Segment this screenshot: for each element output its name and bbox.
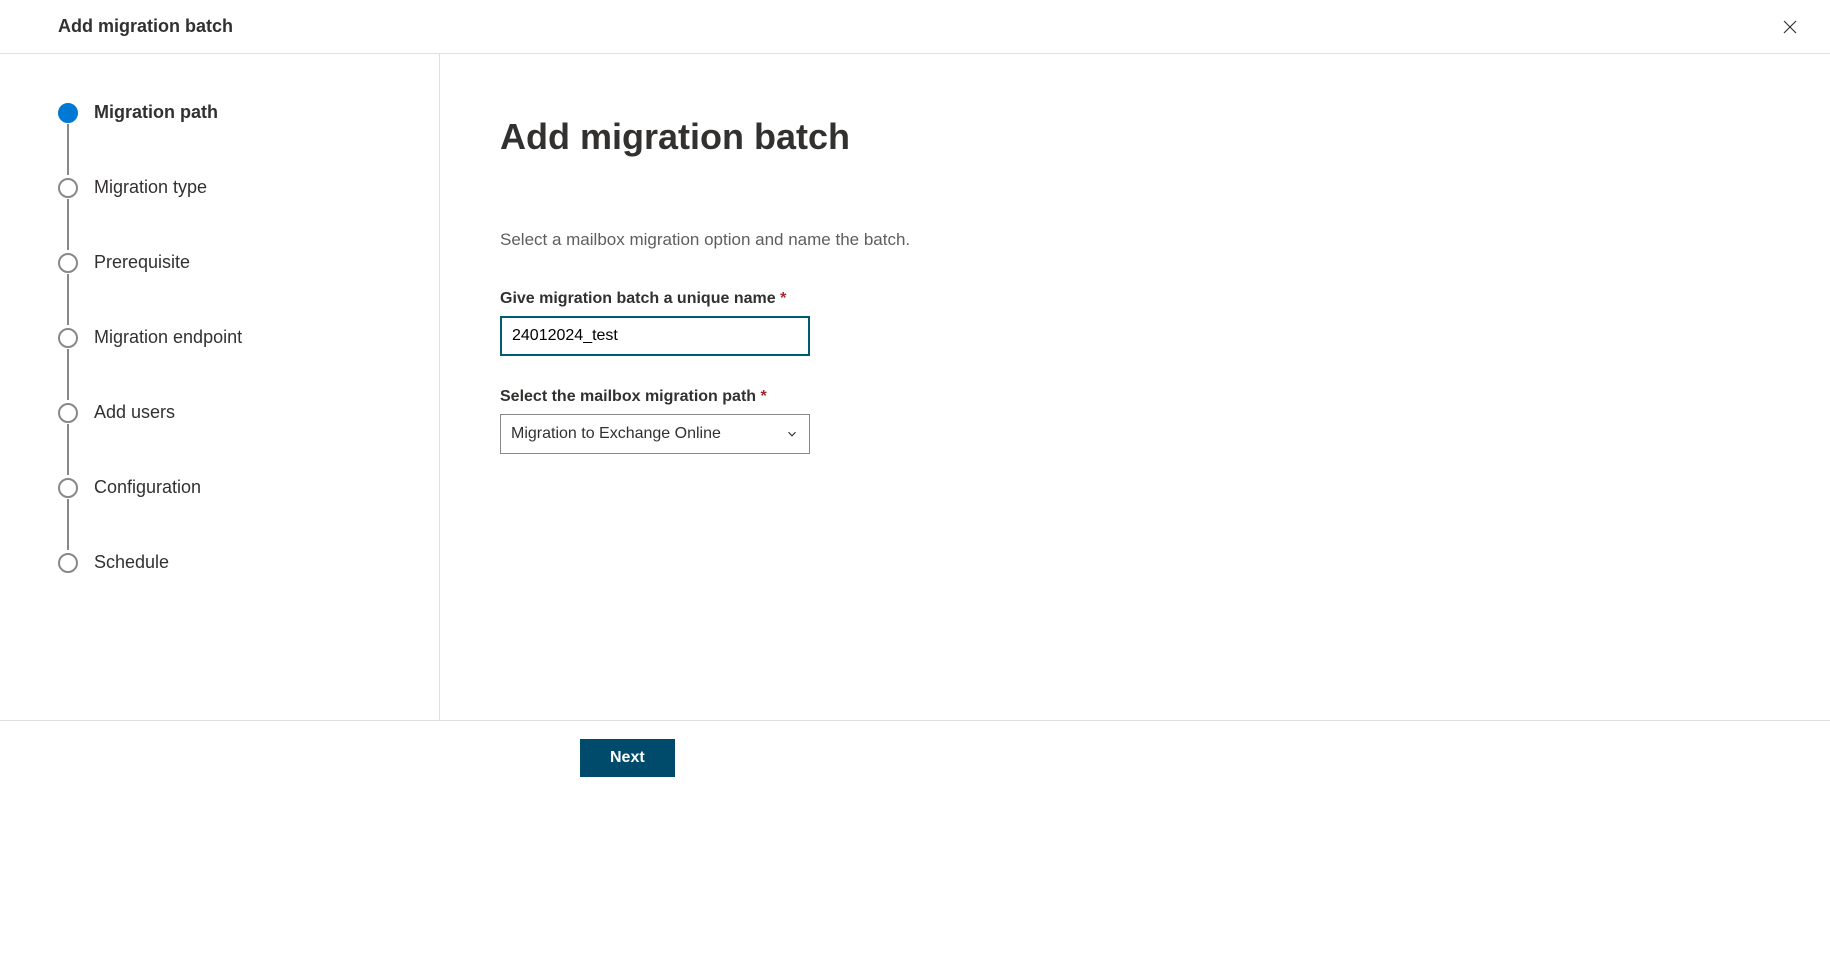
step-label: Schedule <box>94 552 169 573</box>
migration-path-field: Select the mailbox migration path * Migr… <box>500 388 1770 454</box>
step-migration-endpoint[interactable]: Migration endpoint <box>58 327 409 402</box>
batch-name-label: Give migration batch a unique name * <box>500 290 1770 308</box>
chevron-down-icon <box>785 427 799 441</box>
migration-path-select[interactable]: Migration to Exchange Online <box>500 414 810 454</box>
step-migration-type[interactable]: Migration type <box>58 177 409 252</box>
required-asterisk: * <box>780 290 786 307</box>
page-title: Add migration batch <box>500 116 1770 158</box>
step-label: Migration type <box>94 177 207 198</box>
batch-name-field: Give migration batch a unique name * <box>500 290 1770 356</box>
page-description: Select a mailbox migration option and na… <box>500 230 1770 250</box>
dialog-body: Migration path Migration type Prerequisi… <box>0 54 1830 720</box>
wizard-steps-sidebar: Migration path Migration type Prerequisi… <box>0 54 440 720</box>
step-label: Prerequisite <box>94 252 190 273</box>
step-label: Configuration <box>94 477 201 498</box>
close-icon <box>1781 18 1799 36</box>
step-migration-path[interactable]: Migration path <box>58 102 409 177</box>
required-asterisk: * <box>761 388 767 405</box>
next-button[interactable]: Next <box>580 739 675 777</box>
step-label: Migration path <box>94 102 218 123</box>
step-label: Migration endpoint <box>94 327 242 348</box>
migration-path-selected-value: Migration to Exchange Online <box>511 425 721 443</box>
dialog-title: Add migration batch <box>58 16 233 37</box>
batch-name-input[interactable] <box>500 316 810 356</box>
step-marker-icon <box>58 553 78 573</box>
step-marker-icon <box>58 178 78 198</box>
dialog-header: Add migration batch <box>0 0 1830 54</box>
close-button[interactable] <box>1774 11 1806 43</box>
migration-path-label: Select the mailbox migration path * <box>500 388 1770 406</box>
step-marker-icon <box>58 403 78 423</box>
step-prerequisite[interactable]: Prerequisite <box>58 252 409 327</box>
step-configuration[interactable]: Configuration <box>58 477 409 552</box>
step-marker-icon <box>58 328 78 348</box>
dialog-footer: Next <box>0 720 1830 795</box>
step-marker-icon <box>58 103 78 123</box>
step-label: Add users <box>94 402 175 423</box>
step-marker-icon <box>58 253 78 273</box>
main-content: Add migration batch Select a mailbox mig… <box>440 54 1830 720</box>
step-add-users[interactable]: Add users <box>58 402 409 477</box>
step-marker-icon <box>58 478 78 498</box>
step-schedule[interactable]: Schedule <box>58 552 409 573</box>
